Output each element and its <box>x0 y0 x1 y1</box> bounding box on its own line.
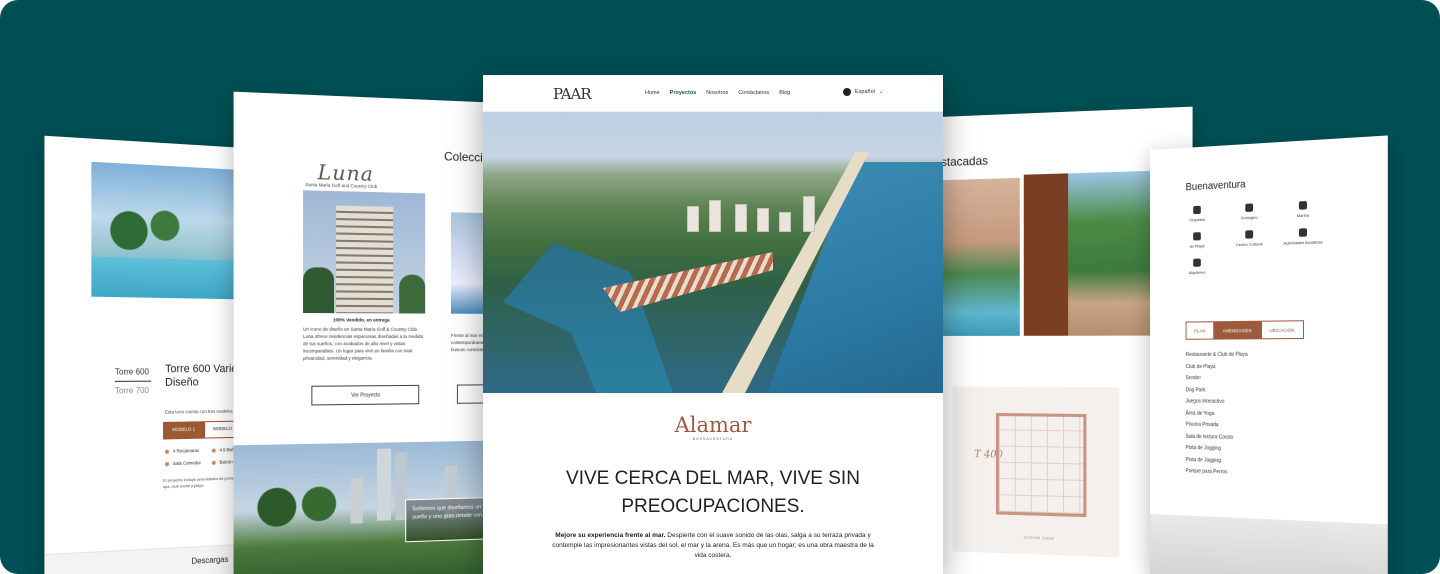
tower <box>757 208 769 232</box>
floor-plan-drawing <box>995 412 1087 518</box>
skyscraper <box>350 477 363 524</box>
lead-paragraph: Mejore su experiencia frente al mar. Des… <box>551 531 875 561</box>
overlay-caption: Soñemos que diseñamos un sueño y una gra… <box>405 496 495 543</box>
globe-icon <box>1245 230 1254 239</box>
language-selector[interactable]: Español ⌄ <box>843 88 884 96</box>
page-shadow-footer <box>1150 514 1388 574</box>
beach-icon <box>1193 232 1201 241</box>
top-navigation: PAAR Home Proyectos Nosotros Contáctanos… <box>483 75 943 112</box>
tree <box>399 274 426 314</box>
language-label: Español <box>855 89 875 95</box>
amenities-list: Restaurante & Club de Playa Club de Play… <box>1186 350 1248 480</box>
building-facade <box>336 205 394 314</box>
tower <box>709 200 721 232</box>
rental-icon <box>1193 258 1201 267</box>
view-project-button[interactable]: Ver Proyecto <box>311 384 420 406</box>
page-headline: VIVE CERCA DEL MAR, VIVE SIN PREOCUPACIO… <box>566 468 860 517</box>
aerial-hero-photo <box>483 112 943 393</box>
zoo-icon <box>1245 203 1254 212</box>
swimmer-icon <box>1298 228 1308 237</box>
nav-nosotros[interactable]: Nosotros <box>706 90 728 96</box>
lead-bold: Mejore su experiencia frente al mar. <box>555 532 666 539</box>
amenity-orquesta: Orquesta <box>1174 205 1220 223</box>
main-menu: Home Proyectos Nosotros Contáctanos Blog <box>645 90 790 96</box>
collection-heading: Colecci <box>444 149 483 165</box>
nav-blog[interactable]: Blog <box>779 90 790 96</box>
tower <box>735 204 747 232</box>
sales-status: 100% Vendido, en entrega <box>333 317 390 323</box>
list-item: Pista de Jogging <box>1185 444 1221 452</box>
condo-towers <box>683 182 823 232</box>
list-item: Juegos Interactivo <box>1185 398 1225 405</box>
luna-description: Un icono de diseño en Santa María Golf &… <box>303 326 424 361</box>
page-alamar: PAAR Home Proyectos Nosotros Contáctanos… <box>483 75 943 574</box>
skyscraper <box>376 448 392 521</box>
amenity-centro-cultural: Centro Cultural <box>1226 229 1273 247</box>
page-buenaventura: Buenaventura Orquesta Zoológico Marina d… <box>1150 135 1388 574</box>
tower <box>687 206 699 232</box>
nav-contactanos[interactable]: Contáctanos <box>738 90 769 96</box>
tab-ubicacion[interactable]: UBICACIÓN <box>1260 320 1304 340</box>
tab-torre-600[interactable]: Torre 600 <box>114 363 152 382</box>
list-item: Club de Playa <box>1185 363 1216 370</box>
feature-item: 4 Recámaras <box>165 448 212 454</box>
amenity-playa: de Playa <box>1174 231 1220 249</box>
amenities-grid: Orquesta Zoológico Marina de Playa Centr… <box>1174 200 1327 275</box>
tab-model-1[interactable]: MODELO 1 <box>163 421 205 440</box>
amenity-zoologico: Zoológico <box>1226 203 1273 221</box>
list-item: Dog Park <box>1185 386 1206 393</box>
floor-plan[interactable]: T 400 OCEAN VIEW <box>952 386 1120 558</box>
floor-plan-view: OCEAN VIEW <box>1023 534 1055 541</box>
featured-heading: stacadas <box>941 153 989 170</box>
list-item: Sender <box>1185 375 1201 382</box>
resort-photo <box>941 177 1020 336</box>
list-item: Parque para Perros <box>1185 468 1228 476</box>
list-item: Restaurante & Club de Playa <box>1185 351 1248 358</box>
luna-subtitle: Santa María Golf and Country Club <box>305 181 378 190</box>
marina-canal <box>503 242 673 393</box>
tab-torre-700[interactable]: Torre 700 <box>115 382 151 400</box>
list-item: Piscina Privada <box>1185 421 1219 429</box>
boat-icon <box>1298 201 1308 210</box>
tree <box>303 267 335 314</box>
luna-building-photo <box>303 190 426 314</box>
tab-plan[interactable]: PLAN <box>1185 321 1214 340</box>
paar-logo[interactable]: PAAR <box>553 85 592 103</box>
nav-home[interactable]: Home <box>645 90 660 96</box>
chevron-down-icon: ⌄ <box>878 89 884 95</box>
showcase-background: Torre 600 Torre 700 Torre 600 Variedad d… <box>0 0 1440 574</box>
info-tabs: PLAN AMENIDADES UBICACIÓN <box>1185 320 1304 340</box>
alamar-subtitle: BUENAVENTURA <box>692 437 734 441</box>
tower <box>779 212 791 232</box>
tower <box>803 196 815 232</box>
tower-tabs: Torre 600 Torre 700 <box>114 363 152 400</box>
music-icon <box>1193 205 1201 215</box>
model-tabs: MODELO 1 MODELO 2 <box>163 420 245 440</box>
nav-proyectos[interactable]: Proyectos <box>670 90 697 96</box>
buenaventura-heading: Buenaventura <box>1185 179 1246 194</box>
tower-subtitle: Esta torre cuenta con tres modelos <box>165 408 233 415</box>
feature-item: Sala Comedor <box>165 460 212 466</box>
amenity-marina: Marina <box>1279 200 1328 219</box>
amenity-acuaticas: Actividades Acuáticas <box>1279 227 1328 246</box>
amenity-alquileres: Alquileres <box>1174 258 1220 275</box>
trees <box>248 484 343 530</box>
globe-icon <box>843 88 851 96</box>
alamar-logo: Alamar <box>674 413 752 437</box>
tab-amenidades[interactable]: AMENIDADES <box>1213 320 1261 340</box>
list-item: Área de Yoga <box>1185 409 1215 417</box>
